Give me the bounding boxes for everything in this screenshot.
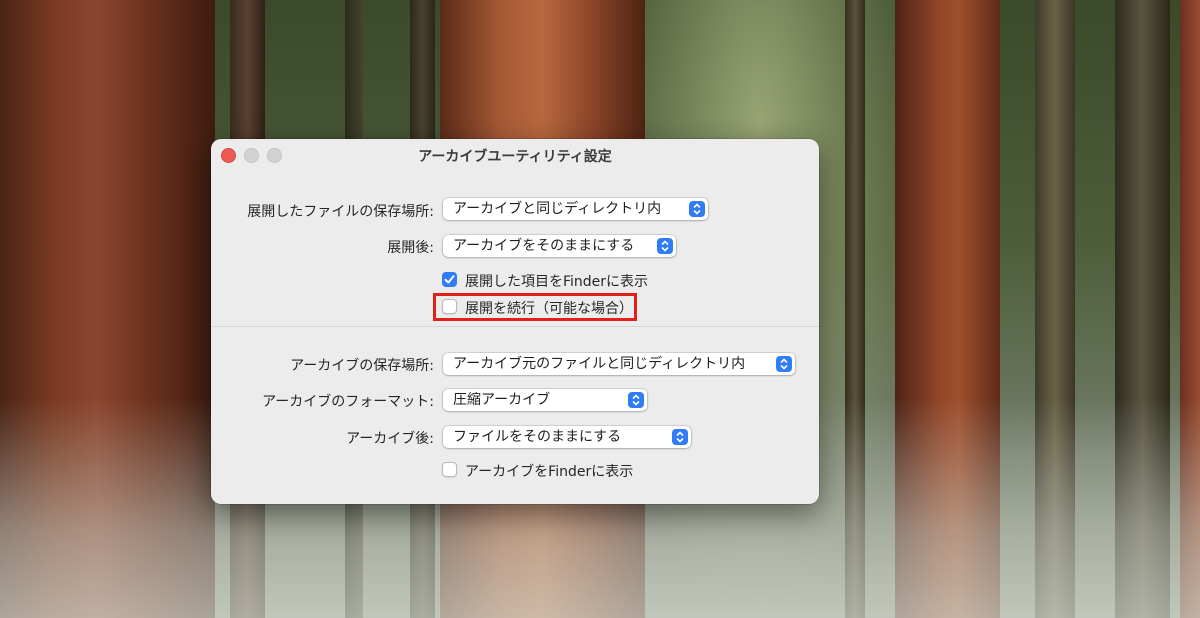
archive-format-label: アーカイブのフォーマット:	[262, 394, 434, 410]
archive-reveal-checkbox[interactable]	[442, 462, 457, 477]
title-bar[interactable]: アーカイブユーティリティ設定	[211, 139, 819, 171]
archive-after-label: アーカイブ後:	[346, 431, 434, 447]
archive-format-value: 圧縮アーカイブ	[453, 392, 551, 408]
archive-after-value: ファイルをそのままにする	[453, 429, 622, 445]
highlight-box	[433, 293, 637, 321]
chevron-updown-icon	[628, 392, 644, 408]
expand-after-label: 展開後:	[387, 240, 434, 256]
settings-window: アーカイブユーティリティ設定 展開したファイルの保存場所: アーカイブと同じディ…	[211, 139, 819, 504]
window-title: アーカイブユーティリティ設定	[418, 149, 612, 165]
expand-reveal-checkbox[interactable]	[442, 272, 457, 287]
archive-save-location-value: アーカイブ元のファイルと同じディレクトリ内	[453, 356, 746, 372]
archive-after-popup[interactable]: ファイルをそのままにする	[443, 426, 691, 448]
archive-save-location-popup[interactable]: アーカイブ元のファイルと同じディレクトリ内	[443, 353, 795, 375]
archive-reveal-label[interactable]: アーカイブをFinderに表示	[465, 461, 633, 481]
checkmark-icon	[444, 275, 455, 284]
section-divider	[211, 326, 819, 327]
expand-save-location-popup[interactable]: アーカイブと同じディレクトリ内	[443, 198, 708, 220]
chevron-updown-icon	[672, 429, 688, 445]
chevron-updown-icon	[776, 356, 792, 372]
chevron-updown-icon	[689, 201, 705, 217]
expand-after-popup[interactable]: アーカイブをそのままにする	[443, 235, 676, 257]
expand-after-value: アーカイブをそのままにする	[453, 238, 635, 254]
archive-save-location-label: アーカイブの保存場所:	[290, 358, 434, 374]
expand-save-location-value: アーカイブと同じディレクトリ内	[453, 201, 662, 217]
expand-save-location-label: 展開したファイルの保存場所:	[247, 204, 434, 220]
chevron-updown-icon	[657, 238, 673, 254]
expand-reveal-label[interactable]: 展開した項目をFinderに表示	[465, 271, 648, 291]
archive-format-popup[interactable]: 圧縮アーカイブ	[443, 389, 647, 411]
